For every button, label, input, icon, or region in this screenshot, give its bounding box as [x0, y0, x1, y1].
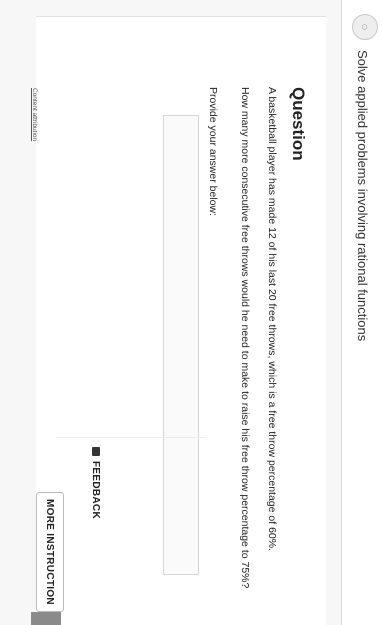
question-text-line-2: How many more consecutive free throws wo… — [239, 87, 251, 589]
feedback-icon — [92, 447, 100, 457]
more-instruction-button[interactable]: MORE INSTRUCTION — [36, 492, 64, 612]
page-header: ○ Solve applied problems involving ratio… — [341, 0, 382, 625]
feedback-button-label: FEEDBACK — [90, 461, 102, 519]
answer-input[interactable] — [163, 115, 199, 575]
lesson-screen: ○ Solve applied problems involving ratio… — [0, 0, 382, 625]
feedback-button[interactable]: FEEDBACK — [84, 442, 108, 524]
page-title: Solve applied problems involving rationa… — [355, 50, 370, 342]
content-attribution-link[interactable]: Content attribution — [31, 88, 38, 141]
question-heading: Question — [289, 87, 308, 161]
divider — [56, 437, 206, 438]
question-text-line-1: A basketball player has made 12 of his l… — [266, 87, 278, 552]
side-tab[interactable] — [31, 612, 61, 625]
main-content: Question A basketball player has made 12… — [0, 0, 341, 625]
lesson-icon: ○ — [352, 14, 378, 40]
more-instruction-label: MORE INSTRUCTION — [44, 499, 56, 605]
answer-label: Provide your answer below: — [207, 87, 219, 216]
question-card: Question A basketball player has made 12… — [36, 16, 326, 625]
